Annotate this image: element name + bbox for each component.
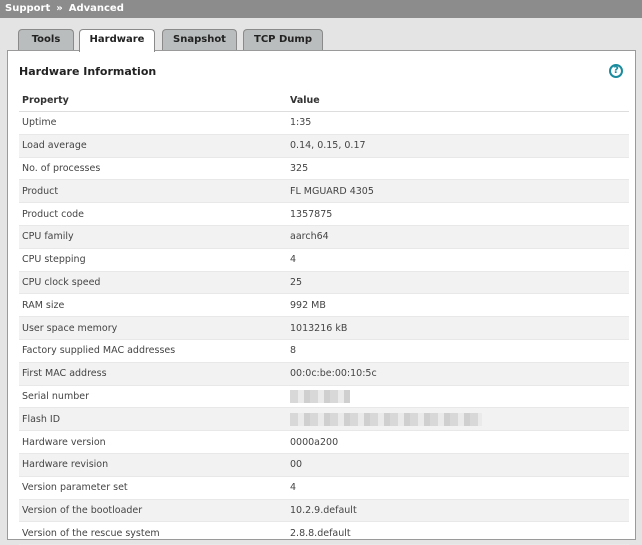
property-cell: CPU family: [19, 225, 287, 249]
table-row: Version of the rescue system 2.8.8.defaul…: [19, 521, 629, 545]
hardware-panel: Hardware Information ? Property Value Up…: [7, 50, 636, 545]
hardware-table: Property Value Uptime 1:35 Load average 0.1…: [19, 89, 629, 545]
property-cell: Factory supplied MAC addresses: [19, 339, 287, 363]
value-cell: 8: [287, 339, 629, 363]
table-row: RAM size 992 MB: [19, 293, 629, 318]
tab-tools[interactable]: Tools: [18, 29, 74, 50]
redacted-value: [290, 389, 350, 403]
property-cell: Serial number: [19, 385, 287, 409]
tab-snapshot[interactable]: Snapshot: [162, 29, 237, 50]
property-cell: User space memory: [19, 316, 287, 340]
redacted-value: [290, 412, 482, 426]
property-cell: Flash ID: [19, 407, 287, 432]
table-row: CPU clock speed 25: [19, 271, 629, 295]
table-row: Product FL MGUARD 4305: [19, 179, 629, 204]
property-cell: RAM size: [19, 293, 287, 318]
value-cell: 1:35: [287, 111, 629, 135]
table-row: Flash ID: [19, 407, 629, 432]
property-cell: Version parameter set: [19, 476, 287, 500]
header-property: Property: [19, 89, 287, 112]
property-cell: Product: [19, 179, 287, 204]
property-cell: Uptime: [19, 111, 287, 135]
table-row: No. of processes 325: [19, 157, 629, 181]
value-cell: FL MGUARD 4305: [287, 179, 629, 204]
property-cell: Load average: [19, 134, 287, 158]
value-cell: 325: [287, 157, 629, 181]
value-cell: 25: [287, 271, 629, 295]
value-cell: 10.2.9.default: [287, 499, 629, 523]
property-cell: Hardware revision: [19, 453, 287, 477]
value-cell: [287, 407, 629, 432]
tab-tcp-dump[interactable]: TCP Dump: [243, 29, 323, 50]
value-cell: 2.8.8.default: [287, 521, 629, 545]
table-row: User space memory 1013216 kB: [19, 316, 629, 340]
value-cell: 0000a200: [287, 430, 629, 454]
property-cell: CPU clock speed: [19, 271, 287, 295]
value-cell: 4: [287, 248, 629, 272]
value-cell: [287, 385, 629, 409]
property-cell: CPU stepping: [19, 248, 287, 272]
property-cell: Version of the bootloader: [19, 499, 287, 523]
value-cell: aarch64: [287, 225, 629, 249]
property-cell: First MAC address: [19, 362, 287, 386]
value-cell: 4: [287, 476, 629, 500]
value-cell: 1013216 kB: [287, 316, 629, 340]
table-row: First MAC address 00:0c:be:00:10:5c: [19, 362, 629, 386]
panel-title: Hardware Information: [19, 65, 157, 78]
property-cell: No. of processes: [19, 157, 287, 181]
table-row: Version of the bootloader 10.2.9.default: [19, 499, 629, 523]
table-row: Hardware revision 00: [19, 453, 629, 477]
value-cell: 1357875: [287, 202, 629, 226]
table-row: Factory supplied MAC addresses 8: [19, 339, 629, 363]
table-row: Hardware version 0000a200: [19, 430, 629, 454]
property-cell: Version of the rescue system: [19, 521, 287, 545]
property-cell: Product code: [19, 202, 287, 226]
help-icon[interactable]: ?: [609, 64, 623, 78]
breadcrumb-separator: »: [56, 3, 63, 14]
breadcrumb-current: Advanced: [68, 3, 124, 14]
table-row: CPU stepping 4: [19, 248, 629, 272]
breadcrumb: Support » Advanced: [0, 0, 642, 18]
table-row: Load average 0.14, 0.15, 0.17: [19, 134, 629, 158]
table-row: Serial number: [19, 385, 629, 409]
breadcrumb-parent[interactable]: Support: [5, 0, 50, 18]
table-row: CPU family aarch64: [19, 225, 629, 249]
table-row: Product code 1357875: [19, 202, 629, 226]
table-row: Version parameter set 4: [19, 476, 629, 500]
property-cell: Hardware version: [19, 430, 287, 454]
header-value: Value: [287, 89, 629, 112]
value-cell: 00:0c:be:00:10:5c: [287, 362, 629, 386]
tab-hardware[interactable]: Hardware: [79, 29, 155, 52]
table-row: Uptime 1:35: [19, 111, 629, 135]
value-cell: 0.14, 0.15, 0.17: [287, 134, 629, 158]
value-cell: 992 MB: [287, 293, 629, 318]
table-header-row: Property Value: [19, 89, 629, 112]
value-cell: 00: [287, 453, 629, 477]
